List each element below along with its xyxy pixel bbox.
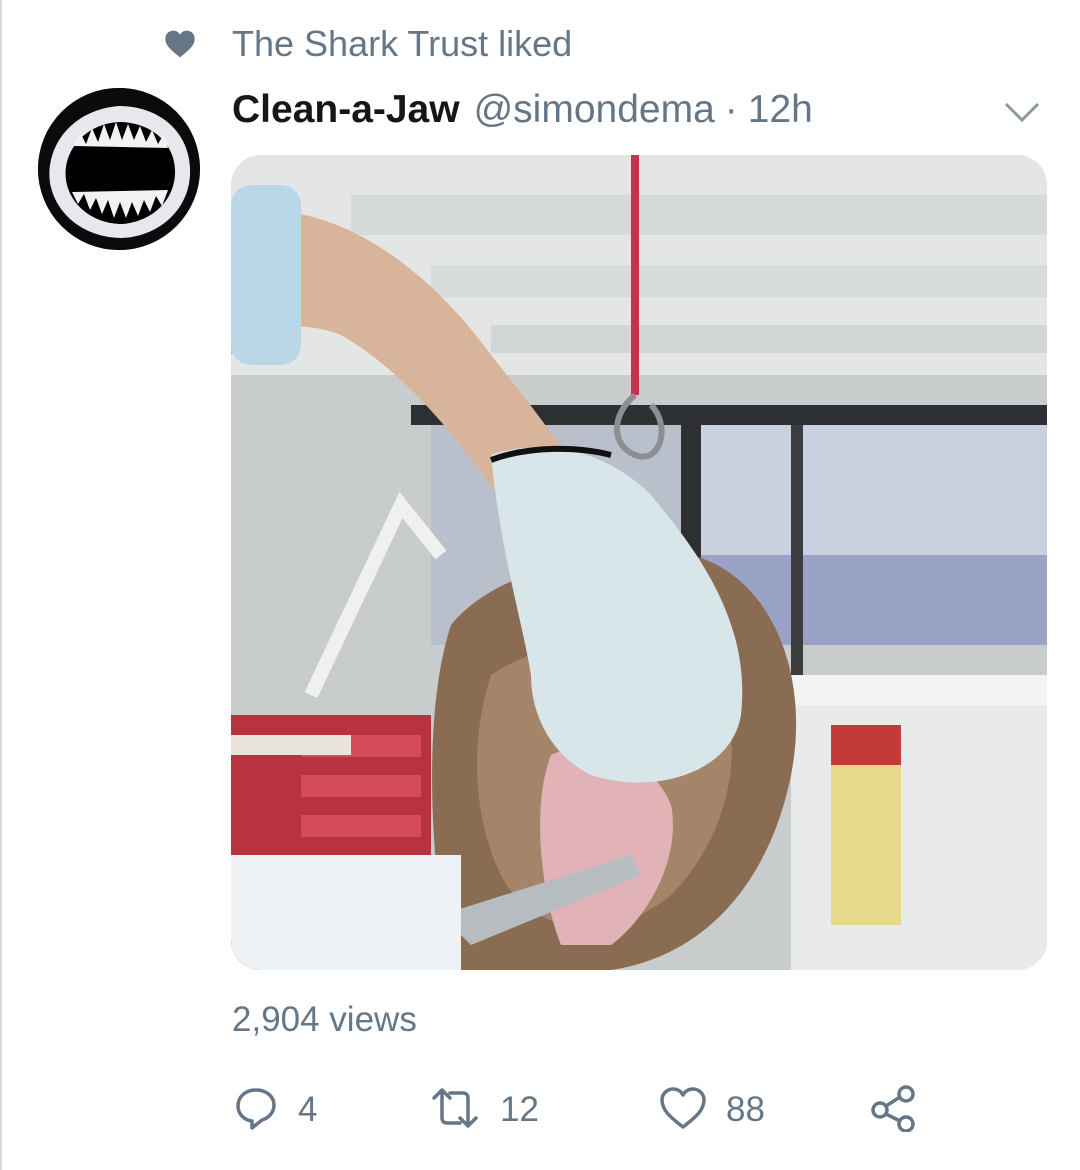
- video-thumbnail[interactable]: [231, 155, 1047, 970]
- heart-outline-icon: [658, 1085, 708, 1136]
- heart-icon: [162, 26, 198, 62]
- reply-button[interactable]: 4: [232, 1080, 317, 1140]
- avatar[interactable]: [38, 88, 200, 250]
- share-button[interactable]: [868, 1080, 918, 1140]
- retweet-icon: [428, 1084, 482, 1137]
- retweet-button[interactable]: 12: [428, 1080, 539, 1140]
- timestamp[interactable]: 12h: [748, 88, 813, 132]
- chevron-down-icon[interactable]: [1002, 96, 1042, 126]
- author-handle[interactable]: @simondema: [474, 88, 715, 132]
- like-button[interactable]: 88: [658, 1080, 765, 1140]
- tweet-header: Clean-a-Jaw @simondema · 12h: [232, 82, 813, 138]
- like-count: 88: [726, 1090, 765, 1129]
- social-context-text[interactable]: The Shark Trust liked: [232, 23, 572, 65]
- share-icon: [868, 1084, 918, 1137]
- retweet-count: 12: [500, 1090, 539, 1129]
- shark-jaw-avatar-image: [38, 88, 200, 250]
- author-name[interactable]: Clean-a-Jaw: [232, 88, 460, 132]
- tweet-screen: The Shark Trust liked Clean-a-Jaw @simon…: [0, 0, 1080, 1170]
- reply-icon: [232, 1084, 280, 1137]
- social-context: The Shark Trust liked: [162, 18, 572, 70]
- view-count: 2,904 views: [232, 1000, 417, 1039]
- video-frame: [231, 155, 1047, 970]
- reply-count: 4: [298, 1090, 318, 1129]
- separator-dot: ·: [724, 88, 738, 131]
- action-bar: 4 12 88: [232, 1080, 932, 1140]
